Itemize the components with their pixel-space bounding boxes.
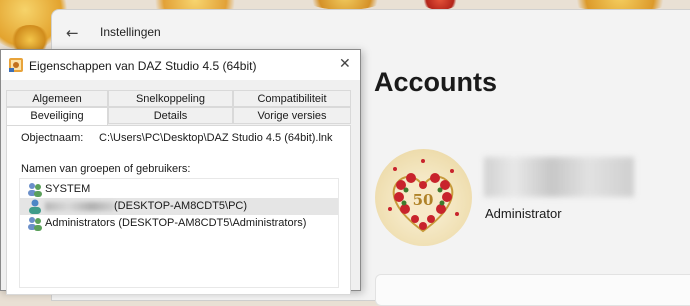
close-button[interactable]: ✕ <box>339 56 351 72</box>
tab-details[interactable]: Details <box>108 107 233 124</box>
settings-card[interactable] <box>375 274 690 306</box>
group-name: Administrators (DESKTOP-AM8CDT5\Administ… <box>45 217 307 229</box>
close-icon: ✕ <box>339 56 351 72</box>
account-name-redacted <box>484 157 634 197</box>
list-item-administrators[interactable]: Administrators (DESKTOP-AM8CDT5\Administ… <box>20 215 338 232</box>
groups-list[interactable]: SYSTEM (DESKTOP-AM8CDT5\PC) Administrato… <box>19 178 339 288</box>
svg-text:50: 50 <box>413 191 434 209</box>
object-name-label: Objectnaam: <box>21 132 84 144</box>
list-item-system[interactable]: SYSTEM <box>20 181 338 198</box>
back-button[interactable]: ← <box>66 23 86 43</box>
account-avatar[interactable]: 50 <box>375 149 472 246</box>
user-group-icon <box>28 217 42 231</box>
group-name: SYSTEM <box>45 183 91 195</box>
group-name: (DESKTOP-AM8CDT5\PC) <box>114 200 248 212</box>
tab-snelkoppeling[interactable]: Snelkoppeling <box>108 90 233 107</box>
properties-dialog: Eigenschappen van DAZ Studio 4.5 (64bit)… <box>0 49 361 295</box>
page-title: Accounts <box>374 67 498 97</box>
settings-app-title: Instellingen <box>100 25 161 39</box>
list-item-pc-user[interactable]: (DESKTOP-AM8CDT5\PC) <box>20 198 338 215</box>
tab-compatibiliteit[interactable]: Compatibiliteit <box>233 90 351 107</box>
heart-50-icon: 50 <box>388 159 459 233</box>
account-role: Administrator <box>485 206 562 221</box>
user-name-redacted <box>45 202 115 211</box>
tab-beveiliging[interactable]: Beveiliging <box>6 107 108 126</box>
dialog-title: Eigenschappen van DAZ Studio 4.5 (64bit) <box>29 59 257 73</box>
user-icon <box>29 199 41 214</box>
tab-vorige-versies[interactable]: Vorige versies <box>233 107 351 124</box>
dialog-titlebar[interactable]: Eigenschappen van DAZ Studio 4.5 (64bit)… <box>1 50 360 80</box>
groups-label: Namen van groepen of gebruikers: <box>21 163 191 175</box>
arrow-left-icon: ← <box>66 24 79 42</box>
tab-algemeen[interactable]: Algemeen <box>6 90 108 107</box>
daz-studio-icon <box>9 58 23 72</box>
user-group-icon <box>28 183 42 197</box>
object-name-value: C:\Users\PC\Desktop\DAZ Studio 4.5 (64bi… <box>99 132 333 144</box>
